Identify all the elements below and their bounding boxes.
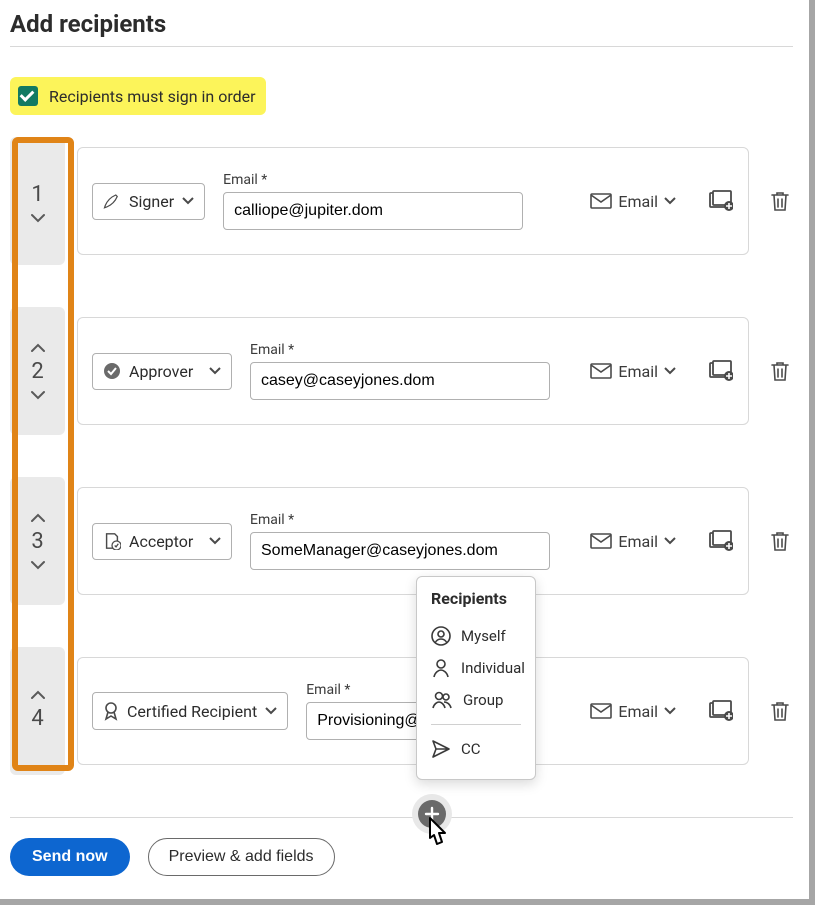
document-check-icon [103, 532, 121, 550]
role-select[interactable]: Signer [92, 183, 205, 220]
delivery-select[interactable]: Email [590, 362, 676, 381]
page-title: Add recipients [10, 10, 793, 47]
add-recipient-popover: Recipients Myself Individual Group CC [416, 576, 536, 780]
order-number: 4 [31, 706, 43, 731]
delete-button[interactable] [767, 698, 793, 724]
popover-option-cc[interactable]: CC [431, 733, 521, 765]
recipient-row: 2 Approver Email * [10, 307, 793, 435]
role-label: Approver [129, 362, 193, 381]
sign-order-toggle[interactable]: Recipients must sign in order [10, 77, 266, 115]
move-up-button[interactable] [29, 341, 47, 355]
delivery-select[interactable]: Email [590, 702, 676, 721]
divider [10, 817, 793, 818]
role-select[interactable]: Approver [92, 353, 232, 390]
popover-option-label: Individual [461, 659, 525, 677]
delivery-label: Email [618, 532, 658, 551]
email-block: Email * [223, 172, 523, 230]
delete-button[interactable] [767, 528, 793, 554]
chevron-down-icon [664, 367, 676, 375]
add-document-icon[interactable] [708, 358, 734, 384]
move-down-button[interactable] [29, 558, 47, 572]
envelope-icon [590, 363, 612, 379]
email-input[interactable] [250, 362, 550, 400]
chevron-down-icon [182, 197, 194, 205]
email-field-label: Email * [250, 342, 550, 358]
chevron-down-icon [265, 707, 277, 715]
popover-title: Recipients [431, 589, 521, 608]
email-block: Email * [250, 342, 550, 400]
role-label: Signer [129, 192, 174, 211]
envelope-icon [590, 703, 612, 719]
user-circle-icon [431, 626, 451, 646]
popover-option-label: Group [463, 691, 503, 709]
add-recipient-button[interactable] [418, 800, 446, 828]
chevron-down-icon [664, 197, 676, 205]
group-icon [431, 690, 453, 710]
order-number: 2 [31, 359, 43, 384]
add-document-icon[interactable] [708, 188, 734, 214]
delivery-label: Email [618, 362, 658, 381]
order-handle[interactable]: 2 [10, 307, 65, 435]
role-select[interactable]: Acceptor [92, 523, 232, 560]
recipient-card: Certified Recipient Email * Email [77, 657, 749, 765]
role-label: Certified Recipient [127, 702, 257, 721]
email-field-label: Email * [250, 512, 550, 528]
delete-button[interactable] [767, 358, 793, 384]
recipient-row: 4 Certified Recipient Email * [10, 647, 793, 775]
preview-add-fields-button[interactable]: Preview & add fields [148, 838, 335, 876]
recipient-card: Signer Email * Email [77, 147, 749, 255]
email-input[interactable] [250, 532, 550, 570]
delivery-label: Email [618, 192, 658, 211]
delivery-label: Email [618, 702, 658, 721]
order-handle[interactable]: 4 [10, 647, 65, 775]
email-field-label: Email * [223, 172, 523, 188]
footer-buttons: Send now Preview & add fields [10, 838, 793, 876]
add-document-icon[interactable] [708, 698, 734, 724]
email-input[interactable] [223, 192, 523, 230]
delete-button[interactable] [767, 188, 793, 214]
envelope-icon [590, 193, 612, 209]
role-label: Acceptor [129, 532, 193, 551]
popover-option-label: CC [461, 740, 481, 758]
envelope-icon [590, 533, 612, 549]
popover-option-group[interactable]: Group [431, 684, 521, 716]
delivery-select[interactable]: Email [590, 532, 676, 551]
ribbon-icon [103, 701, 119, 721]
check-circle-icon [103, 362, 121, 380]
chevron-down-icon [209, 537, 221, 545]
email-block: Email * [250, 512, 550, 570]
popover-divider [431, 724, 521, 725]
popover-option-myself[interactable]: Myself [431, 620, 521, 652]
recipient-row: 1 Signer Email * [10, 137, 793, 265]
chevron-down-icon [209, 367, 221, 375]
order-number: 3 [31, 529, 43, 554]
chevron-down-icon [664, 537, 676, 545]
order-number: 1 [31, 182, 43, 207]
chevron-down-icon [664, 707, 676, 715]
send-now-button[interactable]: Send now [10, 838, 130, 876]
pen-icon [103, 192, 121, 210]
sign-order-label: Recipients must sign in order [49, 87, 256, 106]
recipient-card: Approver Email * Email [77, 317, 749, 425]
role-select[interactable]: Certified Recipient [92, 692, 288, 730]
move-down-button[interactable] [29, 388, 47, 402]
popover-option-individual[interactable]: Individual [431, 652, 521, 684]
move-down-button[interactable] [29, 211, 47, 225]
move-up-button[interactable] [29, 511, 47, 525]
user-icon [431, 658, 451, 678]
sign-order-checkbox[interactable] [18, 86, 38, 106]
recipient-card: Acceptor Email * Email [77, 487, 749, 595]
recipient-row: 3 Acceptor Email * [10, 477, 793, 605]
add-document-icon[interactable] [708, 528, 734, 554]
send-icon [431, 739, 451, 759]
popover-option-label: Myself [461, 627, 506, 645]
move-up-button[interactable] [29, 688, 47, 702]
order-handle[interactable]: 1 [10, 137, 65, 265]
delivery-select[interactable]: Email [590, 192, 676, 211]
order-handle[interactable]: 3 [10, 477, 65, 605]
